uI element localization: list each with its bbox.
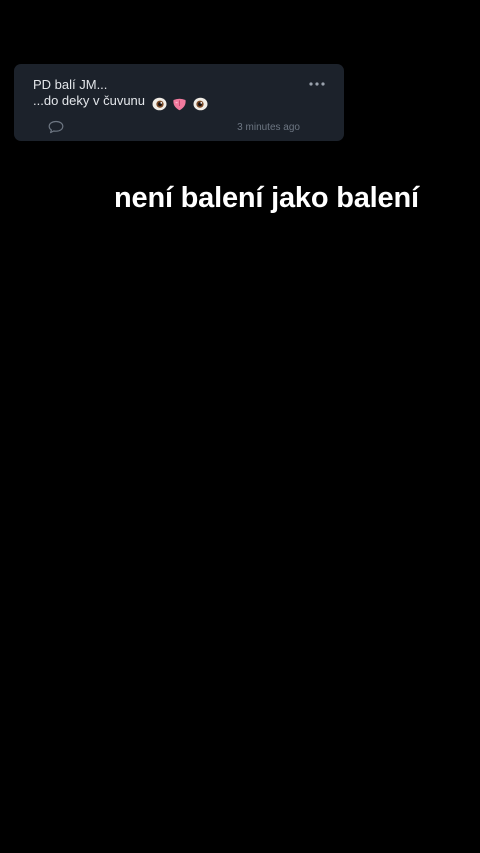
post-text-row: ...do deky v čuvunu — [33, 93, 210, 111]
post-card[interactable]: PD balí JM... ...do deky v čuvunu 3 minu… — [14, 64, 344, 141]
eye-emoji-icon — [193, 97, 208, 110]
story-caption: není balení jako balení — [114, 182, 419, 214]
tongue-emoji-icon — [173, 98, 186, 110]
emoji-row — [152, 95, 210, 111]
post-text: ...do deky v čuvunu — [33, 93, 146, 108]
post-timestamp: 3 minutes ago — [237, 122, 300, 133]
ellipsis-icon[interactable] — [308, 81, 326, 87]
eye-emoji-icon — [152, 97, 167, 110]
post-title: PD balí JM... — [33, 77, 108, 92]
speech-bubble-icon[interactable] — [48, 120, 64, 134]
